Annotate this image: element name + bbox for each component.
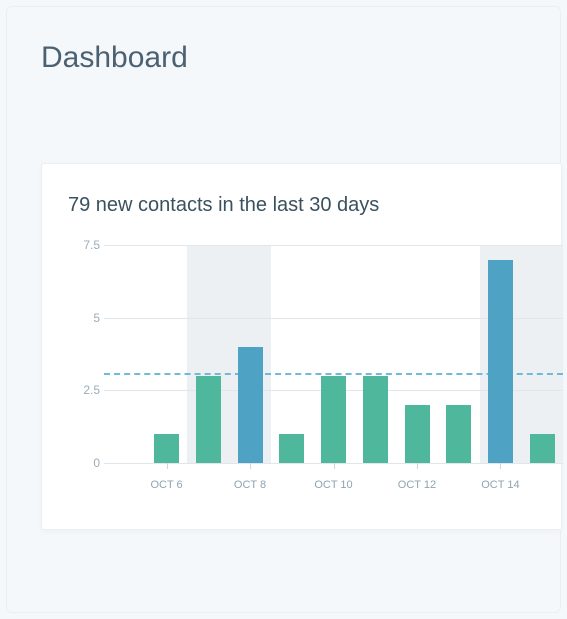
bar [279, 434, 304, 463]
bar-slot [521, 245, 563, 463]
chart-title: 79 new contacts in the last 30 days [68, 194, 561, 217]
bar-slot [271, 245, 313, 463]
x-tick-label: OCT 14 [481, 479, 519, 491]
bar [238, 347, 263, 463]
bar-slot [229, 245, 271, 463]
bar-slot [480, 245, 522, 463]
page-title: Dashboard [41, 41, 560, 75]
x-tick [500, 463, 501, 469]
bar [488, 260, 513, 463]
bar [196, 376, 221, 463]
bar-slot [313, 245, 355, 463]
bar [405, 405, 430, 463]
bar [154, 434, 179, 463]
y-tick-label: 0 [74, 456, 100, 470]
bar-slot [354, 245, 396, 463]
y-tick-label: 5 [74, 311, 100, 325]
x-tick [334, 463, 335, 469]
x-tick-label: OCT 6 [150, 479, 182, 491]
bar [530, 434, 555, 463]
x-tick-label: OCT 8 [234, 479, 266, 491]
bar-slot [146, 245, 188, 463]
bar-slot [438, 245, 480, 463]
contacts-chart-card: 79 new contacts in the last 30 days 0 2.5… [41, 163, 562, 530]
bar [363, 376, 388, 463]
bar [446, 405, 471, 463]
x-tick [167, 463, 168, 469]
x-tick-label: OCT 10 [314, 479, 352, 491]
y-tick-label: 7.5 [74, 238, 100, 252]
bars-container [104, 245, 563, 463]
x-tick [250, 463, 251, 469]
y-tick-label: 2.5 [74, 383, 100, 397]
bar-slot [104, 245, 146, 463]
x-tick-label: OCT 12 [398, 479, 436, 491]
bar-slot [187, 245, 229, 463]
bar-slot [396, 245, 438, 463]
bar [321, 376, 346, 463]
contacts-bar-chart: 02.557.5 OCT 6OCT 8OCT 10OCT 12OCT 14 [68, 245, 563, 503]
x-tick [417, 463, 418, 469]
